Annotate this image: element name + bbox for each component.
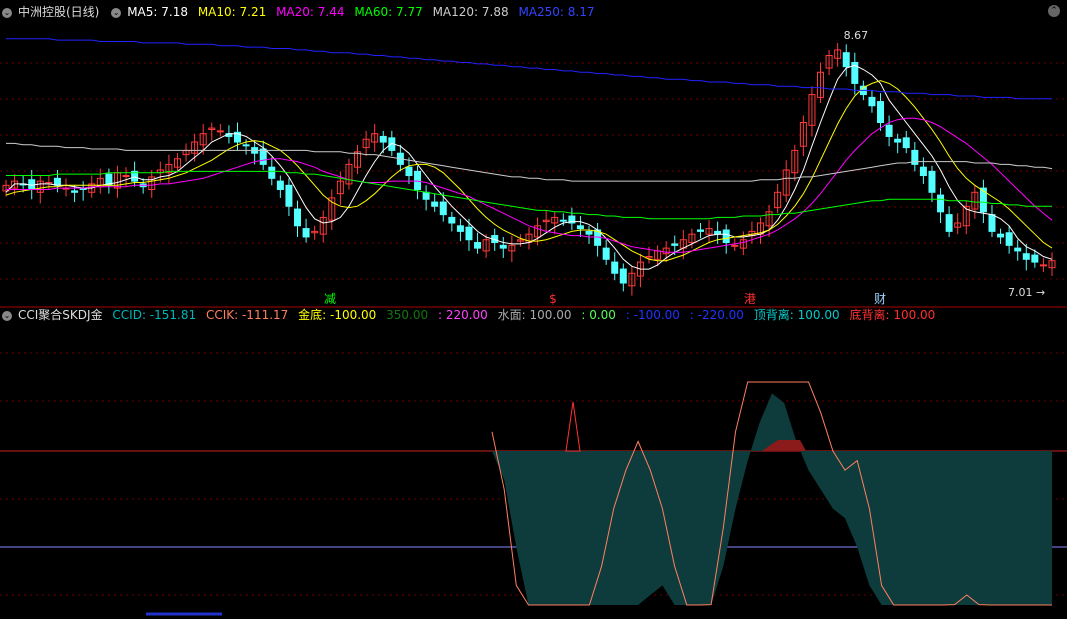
ma10-label: MA10: 7.21 <box>197 5 267 19</box>
candle-body <box>988 214 996 232</box>
candle-body <box>414 170 422 191</box>
ma120-label: MA120: 7.88 <box>432 5 509 19</box>
candle-body <box>431 201 439 207</box>
candle-body <box>731 244 739 247</box>
candle-body <box>285 184 293 207</box>
candle-body <box>242 144 250 147</box>
candle-body <box>979 187 987 213</box>
candle-body <box>276 180 284 190</box>
candle-body <box>877 101 885 123</box>
stock-title: 中洲控股(日线) <box>18 5 100 19</box>
candle-body <box>499 244 507 249</box>
candle-body <box>259 148 267 165</box>
candle-body <box>448 216 456 224</box>
candle-body <box>894 138 902 143</box>
low-price-label: 7.01 → <box>1008 286 1045 299</box>
candle-body <box>1014 247 1022 252</box>
candle-body <box>576 225 584 230</box>
ma5-label: MA5: 7.18 <box>127 5 188 19</box>
candle-body <box>474 242 482 249</box>
high-price-label: 8.67 <box>844 29 869 42</box>
candle-body <box>294 208 302 227</box>
candle-body <box>585 230 593 235</box>
candle-body <box>671 243 679 246</box>
v0-label: : 0.00 <box>581 308 616 322</box>
ma250-line <box>6 38 1052 100</box>
collapse-icon[interactable]: ⌄ <box>111 7 122 18</box>
candle-body <box>937 194 945 213</box>
candle-body <box>559 219 567 222</box>
candle-body <box>439 201 447 216</box>
ma60-label: MA60: 7.77 <box>354 5 423 19</box>
candle-body <box>405 166 413 177</box>
main-legend: ⌄ 中洲控股(日线) ⌄ MA5: 7.18 MA10: 7.21 MA20: 7.… <box>0 3 600 21</box>
dibeili-label: 底背离: 100.00 <box>849 308 936 322</box>
indicator-legend: ⌄ CCI聚合SKDJ金 CCID: -151.81 CCIK: -111.17 … <box>0 306 941 324</box>
candle-body <box>122 175 130 178</box>
ma20-label: MA20: 7.44 <box>276 5 345 19</box>
ccid-label: CCID: -151.81 <box>112 308 197 322</box>
candle-body <box>216 130 224 133</box>
candle-body <box>696 229 704 232</box>
signal-marker: 财 <box>874 292 886 306</box>
candle-body <box>1039 264 1047 267</box>
candle-body <box>885 124 893 137</box>
candle-body <box>71 190 79 193</box>
divergence-marker <box>565 401 581 452</box>
signal-marker: $ <box>549 292 557 306</box>
candle-body <box>422 191 430 200</box>
candle-body <box>53 177 61 186</box>
indicator-title: CCI聚合SKDJ金 <box>18 308 103 322</box>
candle-body <box>268 166 276 179</box>
candle-body <box>928 170 936 193</box>
candle-body <box>902 137 910 149</box>
ma120-line <box>6 142 1053 182</box>
signal-marker: 减 <box>324 292 336 306</box>
candle-body <box>456 225 464 232</box>
candle-body <box>1005 232 1013 246</box>
candle-body <box>945 214 953 232</box>
ccik-label: CCIK: -111.17 <box>205 308 289 322</box>
vm220-label: : -220.00 <box>689 308 744 322</box>
candle-body <box>302 228 310 238</box>
collapse-icon[interactable]: ⌄ <box>2 7 12 18</box>
shuimian-label: 水面: 100.00 <box>497 308 572 322</box>
signal-marker: 港 <box>744 292 756 306</box>
candle-body <box>379 135 387 143</box>
candle-body <box>842 52 850 68</box>
collapse-icon[interactable]: ⌄ <box>2 310 12 321</box>
candle-body <box>868 96 876 107</box>
v350-label: 350.00 <box>386 308 429 322</box>
candle-body <box>465 226 473 241</box>
dingbeili-label: 顶背离: 100.00 <box>753 308 840 322</box>
candle-body <box>619 268 627 284</box>
candle-body <box>1031 254 1039 263</box>
candle-body <box>919 166 927 177</box>
candle-body <box>997 233 1005 238</box>
jindi-label: 金底: -100.00 <box>298 308 377 322</box>
candle-body <box>1022 253 1030 260</box>
candle-body <box>602 247 610 260</box>
ma250-label: MA250: 8.17 <box>518 5 595 19</box>
candle-body <box>611 261 619 274</box>
expand-icon[interactable]: ⌃ <box>1048 5 1060 17</box>
vm100-label: : -100.00 <box>625 308 680 322</box>
candle-body <box>722 229 730 244</box>
v220-label: : 220.00 <box>437 308 488 322</box>
